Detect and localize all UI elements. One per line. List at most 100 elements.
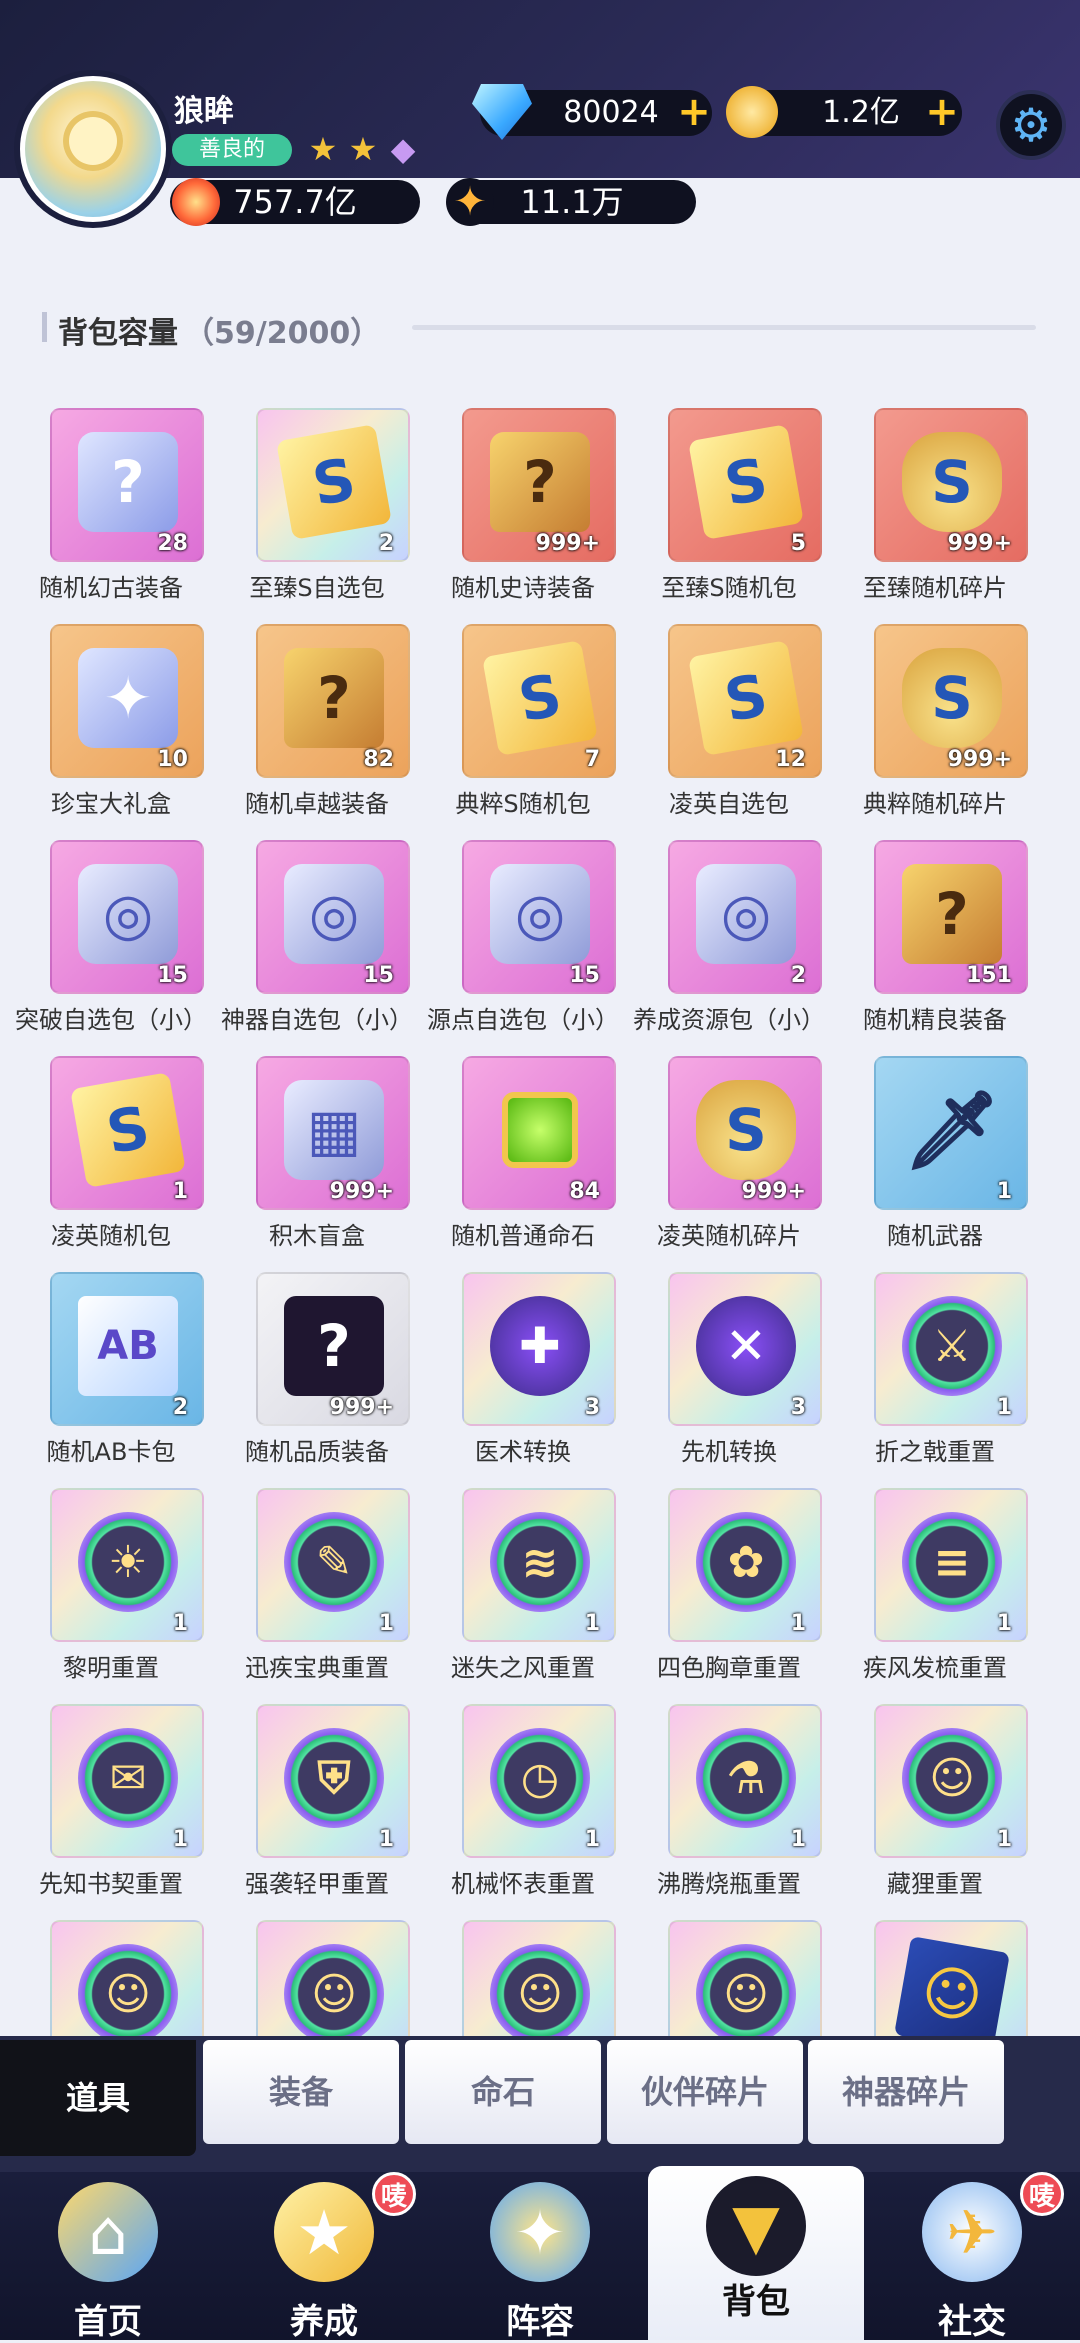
item-tile[interactable]: ✉ 1 bbox=[50, 1704, 204, 1858]
inventory-item[interactable]: ◷ 1 机械怀表重置 bbox=[420, 1704, 626, 1920]
inventory-item[interactable]: S 999+ 典粹随机碎片 bbox=[832, 624, 1038, 840]
inventory-item[interactable]: S 7 典粹S随机包 bbox=[420, 624, 626, 840]
inventory-item[interactable]: S 12 凌英自选包 bbox=[626, 624, 832, 840]
tab-partner-shards[interactable]: 伙伴碎片 bbox=[607, 2040, 803, 2144]
inventory-item[interactable]: ☺ 1 藏狸重置 bbox=[832, 1704, 1038, 1920]
item-tile[interactable]: ☺ bbox=[50, 1920, 204, 2038]
item-tile[interactable]: S5 bbox=[668, 408, 822, 562]
item-tile[interactable]: S 999+ bbox=[668, 1056, 822, 1210]
item-tile[interactable]: ? 82 bbox=[256, 624, 410, 778]
inventory-item[interactable]: ? 999+ 随机品质装备 bbox=[214, 1272, 420, 1488]
inventory-item[interactable]: ☺ bbox=[420, 1920, 626, 2038]
inventory-item[interactable]: ⚗ 1 沸腾烧瓶重置 bbox=[626, 1704, 832, 1920]
inventory-item[interactable]: ? 151 随机精良装备 bbox=[832, 840, 1038, 1056]
item-tile[interactable]: ⛨ 1 bbox=[256, 1704, 410, 1858]
inventory-item[interactable]: 🗡 1 随机武器 bbox=[832, 1056, 1038, 1272]
inventory-item[interactable]: ✎ 1 迅疾宝典重置 bbox=[214, 1488, 420, 1704]
item-tile[interactable]: S 12 bbox=[668, 624, 822, 778]
item-tile[interactable]: ? 999+ bbox=[462, 408, 616, 562]
item-tile[interactable]: S 999+ bbox=[874, 408, 1028, 562]
item-tile[interactable]: ⚗ 1 bbox=[668, 1704, 822, 1858]
item-quantity: 1 bbox=[790, 1827, 806, 1852]
item-quantity: 999+ bbox=[741, 1179, 806, 1204]
inventory-item[interactable]: 84 随机普通命石 bbox=[420, 1056, 626, 1272]
item-tile[interactable]: ☺ 1 bbox=[874, 1704, 1028, 1858]
avatar[interactable] bbox=[14, 70, 172, 228]
item-tile[interactable]: ≋ 1 bbox=[462, 1488, 616, 1642]
inventory-item[interactable]: ◎ 2 养成资源包（小） bbox=[626, 840, 832, 1056]
item-tile[interactable]: ⚔ 1 bbox=[874, 1272, 1028, 1426]
inventory-item[interactable]: ☀ 1 黎明重置 bbox=[8, 1488, 214, 1704]
item-tile[interactable]: 🗡 1 bbox=[874, 1056, 1028, 1210]
item-tile[interactable]: S7 bbox=[462, 624, 616, 778]
inventory-item[interactable]: ☺ bbox=[214, 1920, 420, 2038]
inventory-item[interactable]: ? 82 随机卓越装备 bbox=[214, 624, 420, 840]
item-tile[interactable]: ◎ 15 bbox=[50, 840, 204, 994]
inventory-item[interactable]: ▦ 999+ 积木盲盒 bbox=[214, 1056, 420, 1272]
inventory-item[interactable]: ✚ 3 医术转换 bbox=[420, 1272, 626, 1488]
item-name: 随机武器 bbox=[887, 1222, 983, 1250]
nav-home[interactable]: ⌂ 首页 bbox=[0, 2172, 216, 2342]
tab-artifact-shards[interactable]: 神器碎片 bbox=[808, 2040, 1004, 2144]
settings-gear-icon[interactable]: ⚙ bbox=[996, 90, 1066, 160]
item-tile[interactable]: ☺ bbox=[462, 1920, 616, 2038]
inventory-item[interactable]: ✿ 1 四色胸章重置 bbox=[626, 1488, 832, 1704]
inventory-item[interactable]: AB 2 随机AB卡包 bbox=[8, 1272, 214, 1488]
item-tile[interactable]: ? 28 bbox=[50, 408, 204, 562]
item-tile[interactable]: ◎ 2 bbox=[668, 840, 822, 994]
nav-lineup[interactable]: ✦ 阵容 bbox=[432, 2172, 648, 2342]
inventory-item[interactable]: ◎ 15 神器自选包（小） bbox=[214, 840, 420, 1056]
inventory-item[interactable]: S 999+ 凌英随机碎片 bbox=[626, 1056, 832, 1272]
item-tile[interactable]: ◎ 15 bbox=[462, 840, 616, 994]
item-tile[interactable]: ? 999+ bbox=[256, 1272, 410, 1426]
inventory-item[interactable]: ✕ 3 先机转换 bbox=[626, 1272, 832, 1488]
item-tile[interactable]: ☀ 1 bbox=[50, 1488, 204, 1642]
item-tile[interactable]: ☺ bbox=[256, 1920, 410, 2038]
item-tile[interactable]: ◎ 15 bbox=[256, 840, 410, 994]
inventory-item[interactable]: S 999+ 至臻随机碎片 bbox=[832, 408, 1038, 624]
inventory-item[interactable]: ? 999+ 随机史诗装备 bbox=[420, 408, 626, 624]
item-tile[interactable]: 84 bbox=[462, 1056, 616, 1210]
inventory-item[interactable]: ◎ 15 源点自选包（小） bbox=[420, 840, 626, 1056]
item-name: 疾风发梳重置 bbox=[863, 1654, 1007, 1682]
item-tile[interactable]: ✿ 1 bbox=[668, 1488, 822, 1642]
inventory-item[interactable]: ☺ bbox=[626, 1920, 832, 2038]
item-quantity: 999+ bbox=[329, 1179, 394, 1204]
inventory-item[interactable]: S 2 至臻S自选包 bbox=[214, 408, 420, 624]
inventory-item[interactable]: ◎ 15 突破自选包（小） bbox=[8, 840, 214, 1056]
inventory-item[interactable]: ☺ bbox=[832, 1920, 1038, 2038]
item-tile[interactable]: S1 bbox=[50, 1056, 204, 1210]
inventory-item[interactable]: ≋ 1 迷失之风重置 bbox=[420, 1488, 626, 1704]
item-tile[interactable]: ✦ 10 bbox=[50, 624, 204, 778]
item-tile[interactable]: ☺ bbox=[874, 1920, 1028, 2038]
inventory-item[interactable]: ≡ 1 疾风发梳重置 bbox=[832, 1488, 1038, 1704]
item-tile[interactable]: ? 151 bbox=[874, 840, 1028, 994]
add-coins-button[interactable]: + bbox=[924, 92, 960, 132]
item-tile[interactable]: ◷ 1 bbox=[462, 1704, 616, 1858]
inventory-item[interactable]: ? 28 随机幻古装备 bbox=[8, 408, 214, 624]
inventory-item[interactable]: ✉ 1 先知书契重置 bbox=[8, 1704, 214, 1920]
item-tile[interactable]: ≡ 1 bbox=[874, 1488, 1028, 1642]
nav-backpack[interactable]: ▼ 背包 bbox=[648, 2166, 864, 2340]
inventory-item[interactable]: S 1 凌英随机包 bbox=[8, 1056, 214, 1272]
item-tile[interactable]: ✚ 3 bbox=[462, 1272, 616, 1426]
item-tile[interactable]: ✎ 1 bbox=[256, 1488, 410, 1642]
tab-equipment[interactable]: 装备 bbox=[203, 2040, 399, 2144]
tab-fate-stones[interactable]: 命石 bbox=[405, 2040, 601, 2144]
item-tile[interactable]: AB 2 bbox=[50, 1272, 204, 1426]
item-tile[interactable]: S2 bbox=[256, 408, 410, 562]
flame-icon bbox=[172, 178, 220, 226]
item-tile[interactable]: ☺ bbox=[668, 1920, 822, 2038]
item-tile[interactable]: S 999+ bbox=[874, 624, 1028, 778]
inventory-item[interactable]: ⛨ 1 强袭轻甲重置 bbox=[214, 1704, 420, 1920]
nav-develop[interactable]: ★ 养成 唛 bbox=[216, 2172, 432, 2342]
inventory-item[interactable]: S 5 至臻S随机包 bbox=[626, 408, 832, 624]
inventory-item[interactable]: ⚔ 1 折之戟重置 bbox=[832, 1272, 1038, 1488]
item-tile[interactable]: ▦ 999+ bbox=[256, 1056, 410, 1210]
add-gems-button[interactable]: + bbox=[676, 92, 712, 132]
tab-items[interactable]: 道具 bbox=[0, 2040, 196, 2156]
inventory-item[interactable]: ☺ bbox=[8, 1920, 214, 2038]
item-tile[interactable]: ✕ 3 bbox=[668, 1272, 822, 1426]
nav-social[interactable]: ✈ 社交 唛 bbox=[864, 2172, 1080, 2342]
inventory-item[interactable]: ✦ 10 珍宝大礼盒 bbox=[8, 624, 214, 840]
